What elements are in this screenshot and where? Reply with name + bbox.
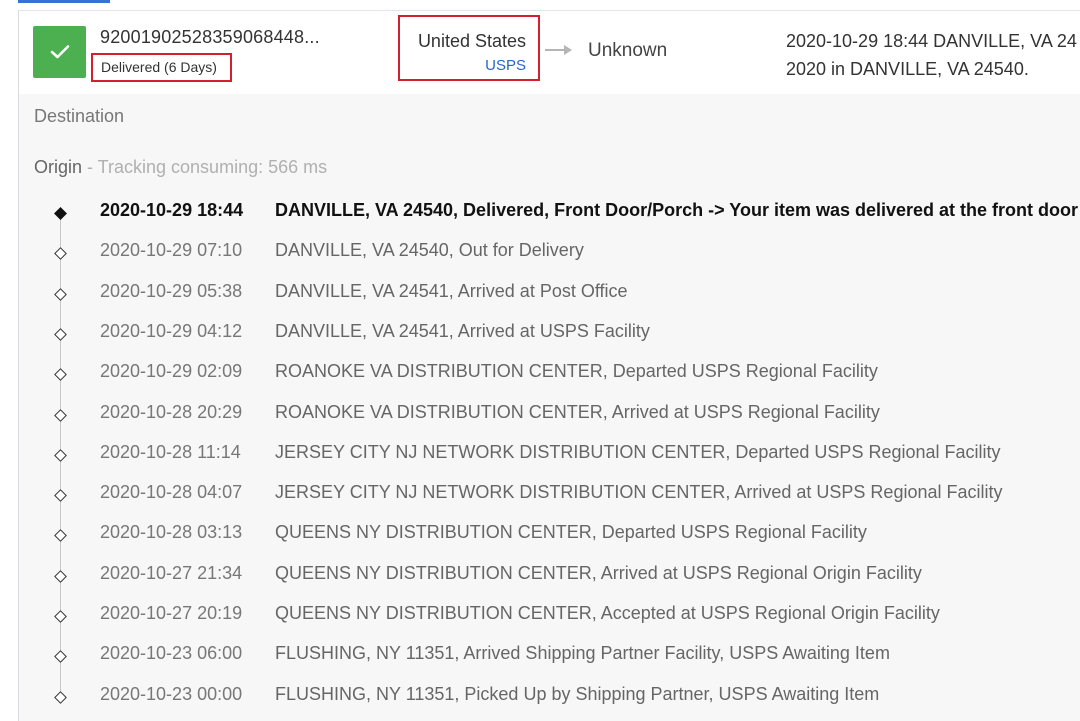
diamond-outline-icon (54, 650, 67, 664)
diamond-outline-icon (54, 489, 67, 502)
event-time: 2020-10-29 04:12 (100, 320, 243, 341)
event-description: DANVILLE, VA 24541, Arrived at USPS Faci… (275, 320, 650, 341)
event-description: FLUSHING, NY 11351, Arrived Shipping Par… (275, 643, 890, 664)
diamond-outline-icon (54, 569, 67, 583)
destination-country: Unknown (588, 40, 668, 61)
arrow-right-icon (545, 45, 572, 55)
diamond-outline-icon (54, 287, 67, 301)
diamond-outline-icon (54, 368, 67, 382)
event-description: ROANOKE VA DISTRIBUTION CENTER, Departed… (275, 361, 878, 382)
timeline-event: 2020-10-28 04:07 JERSEY CITY NJ NETWORK D… (0, 478, 1080, 518)
diamond-outline-icon (54, 448, 67, 462)
event-description: FLUSHING, NY 11351, Picked Up by Shippin… (275, 683, 880, 704)
checkmark-icon (50, 45, 69, 59)
diamond-outline-icon (54, 328, 67, 341)
event-time: 2020-10-27 21:34 (100, 562, 243, 583)
timeline-event: 2020-10-27 21:34 QUEENS NY DISTRIBUTION C… (0, 559, 1080, 599)
event-time: 2020-10-28 04:07 (100, 482, 243, 503)
diamond-filled-icon (54, 207, 67, 220)
event-description: DANVILLE, VA 24541, Arrived at Post Offi… (275, 280, 628, 301)
delivered-status-icon (33, 26, 86, 78)
event-description: QUEENS NY DISTRIBUTION CENTER, Departed … (275, 522, 867, 543)
diamond-outline-icon (54, 610, 67, 623)
timeline-event: 2020-10-28 03:13 QUEENS NY DISTRIBUTION C… (0, 518, 1080, 558)
event-time: 2020-10-29 18:44 (100, 200, 244, 220)
diamond-outline-icon (54, 529, 67, 543)
carrier-info: United States USPS (398, 15, 540, 81)
timeline-event: 2020-10-29 04:12 DANVILLE, VA 24541, Arri… (0, 317, 1080, 357)
event-time: 2020-10-28 03:13 (100, 522, 243, 543)
active-tab-indicator (18, 0, 110, 3)
timeline-event: 2020-10-29 18:44 DANVILLE, VA 24540, Deli… (0, 196, 1080, 236)
event-description: DANVILLE, VA 24540, Delivered, Front Doo… (275, 200, 1080, 220)
origin-country: United States (417, 31, 526, 51)
event-time: 2020-10-23 06:00 (100, 643, 243, 664)
carrier-link[interactable]: USPS (485, 57, 526, 74)
timeline-event: 2020-10-29 05:38 DANVILLE, VA 24541, Arri… (0, 277, 1080, 317)
timeline-event: 2020-10-23 06:00 FLUSHING, NY 11351, Arri… (0, 639, 1080, 679)
timeline-event: 2020-10-23 00:00 FLUSHING, NY 11351, Pick… (0, 680, 1080, 720)
tracking-time-info: - Tracking consuming: 566 ms (82, 157, 328, 177)
event-time: 2020-10-29 05:38 (100, 280, 243, 301)
event-description: JERSEY CITY NJ NETWORK DISTRIBUTION CENT… (275, 441, 1001, 462)
event-description: QUEENS NY DISTRIBUTION CENTER, Accepted … (275, 603, 940, 623)
event-time: 2020-10-27 20:19 (100, 603, 243, 623)
timeline-event: 2020-10-27 20:19 QUEENS NY DISTRIBUTION C… (0, 599, 1080, 639)
timeline-event: 2020-10-29 07:10 DANVILLE, VA 24540, Out … (0, 236, 1080, 276)
event-time: 2020-10-28 11:14 (100, 441, 241, 462)
latest-event-summary: 2020-10-29 18:44 DANVILLE, VA 24 2020 in… (786, 27, 1077, 83)
event-time: 2020-10-23 00:00 (100, 683, 243, 704)
status-badge: Delivered (6 Days) (91, 53, 232, 82)
latest-event-line: 2020 in DANVILLE, VA 24540. (786, 59, 1029, 79)
event-description: ROANOKE VA DISTRIBUTION CENTER, Arrived … (275, 401, 880, 422)
event-time: 2020-10-29 07:10 (100, 240, 243, 261)
tracking-number[interactable]: 92001902528359068448... (100, 27, 320, 48)
destination-section-label: Destination (34, 106, 125, 126)
diamond-outline-icon (54, 408, 67, 422)
event-description: JERSEY CITY NJ NETWORK DISTRIBUTION CENT… (275, 482, 1003, 503)
origin-label: Origin (34, 157, 83, 177)
event-description: QUEENS NY DISTRIBUTION CENTER, Arrived a… (275, 562, 922, 583)
timeline-event: 2020-10-28 20:29 ROANOKE VA DISTRIBUTION … (0, 398, 1080, 438)
event-time: 2020-10-28 20:29 (100, 401, 243, 422)
event-time: 2020-10-29 02:09 (100, 361, 243, 382)
timeline-event: 2020-10-29 02:09 ROANOKE VA DISTRIBUTION … (0, 357, 1080, 397)
timeline-event: 2020-10-28 11:14 JERSEY CITY NJ NETWORK D… (0, 438, 1080, 478)
event-description: DANVILLE, VA 24540, Out for Delivery (275, 240, 584, 261)
diamond-outline-icon (54, 247, 67, 261)
diamond-outline-icon (54, 690, 67, 704)
origin-section-header: Origin - Tracking consuming: 566 ms (34, 157, 327, 178)
latest-event-line: 2020-10-29 18:44 DANVILLE, VA 24 (786, 31, 1077, 51)
